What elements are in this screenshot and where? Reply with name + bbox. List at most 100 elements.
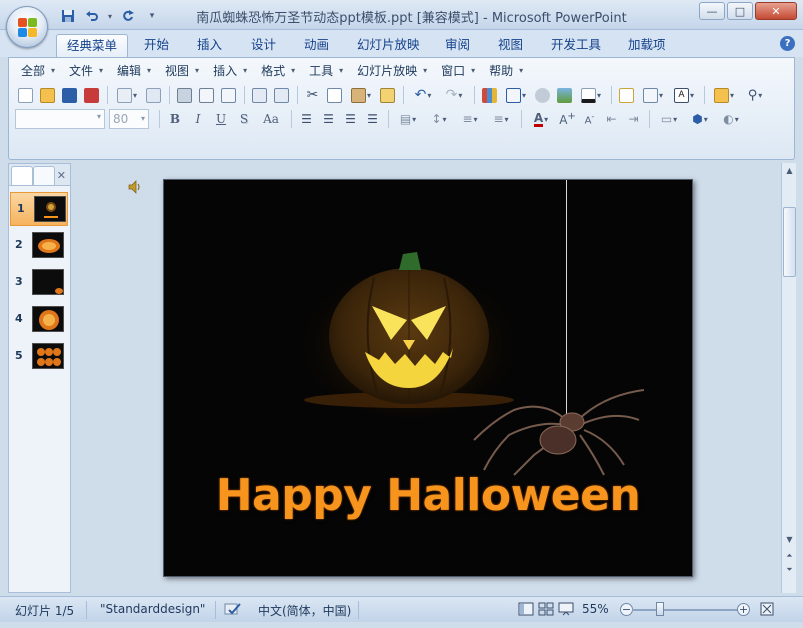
menu-window[interactable]: 窗口	[433, 62, 475, 80]
align-right-button[interactable]: ☰	[340, 109, 361, 129]
menu-view[interactable]: 视图	[157, 62, 199, 80]
research-button[interactable]	[143, 85, 164, 105]
justify-button[interactable]: ☰	[362, 109, 383, 129]
change-case-button[interactable]: Aa	[256, 109, 286, 129]
slide-thumbnail-2[interactable]: 2	[9, 229, 70, 263]
print-button[interactable]	[174, 85, 195, 105]
grow-font-button[interactable]: A+	[557, 109, 578, 129]
tab-developer[interactable]: 开发工具	[541, 34, 611, 57]
slide-sorter-button[interactable]	[538, 602, 554, 619]
menu-tools[interactable]: 工具	[301, 62, 343, 80]
align-center-button[interactable]: ☰	[318, 109, 339, 129]
shrink-font-button[interactable]: A-	[579, 109, 600, 129]
customize-qat-button[interactable]: ▾	[142, 7, 162, 25]
scroll-thumb[interactable]	[783, 207, 796, 277]
slide-thumbnail-1[interactable]: 1	[10, 192, 68, 226]
undo-toolbar-button[interactable]: ↶	[408, 85, 438, 105]
format-painter-button[interactable]	[377, 85, 398, 105]
zoom-slider[interactable]: − +	[620, 602, 750, 617]
tab-slides[interactable]	[11, 166, 33, 185]
current-slide[interactable]: Happy Halloween	[163, 179, 693, 577]
minimize-button[interactable]: —	[699, 2, 725, 20]
columns-button[interactable]: ▤	[393, 109, 423, 129]
help-icon[interactable]: ?	[780, 36, 795, 51]
insert-chart-button[interactable]	[479, 85, 500, 105]
color-button[interactable]	[576, 85, 606, 105]
underline-button[interactable]: U	[210, 109, 232, 129]
menu-file[interactable]: 文件	[61, 62, 103, 80]
next-slide-icon[interactable]: ⏷	[783, 563, 796, 577]
zoom-level[interactable]: 55%	[582, 602, 609, 616]
slide-thumbnail-3[interactable]: 3	[9, 266, 70, 300]
copy-button[interactable]	[324, 85, 345, 105]
tab-addins[interactable]: 加载项	[618, 34, 676, 57]
save-toolbar-button[interactable]	[59, 85, 80, 105]
tab-design[interactable]: 设计	[241, 34, 286, 57]
undo-dropdown[interactable]: ▾	[106, 7, 114, 25]
align-left-button[interactable]: ☰	[296, 109, 317, 129]
normal-view-button[interactable]	[518, 602, 534, 619]
save-button[interactable]	[58, 7, 78, 25]
spelling-button[interactable]	[249, 85, 270, 105]
tab-insert[interactable]: 插入	[187, 34, 232, 57]
clipart-button[interactable]	[532, 85, 553, 105]
tab-classic-menu[interactable]: 经典菜单	[56, 34, 129, 57]
redo-toolbar-button[interactable]: ↷	[439, 85, 469, 105]
maximize-button[interactable]: □	[727, 2, 753, 20]
shape-effects-button[interactable]: ◐	[716, 109, 746, 129]
tab-home[interactable]: 开始	[134, 34, 179, 57]
italic-button[interactable]: I	[187, 109, 209, 129]
tab-animation[interactable]: 动画	[294, 34, 339, 57]
undo-button[interactable]	[82, 7, 102, 25]
permission-button[interactable]	[81, 85, 102, 105]
menu-slideshow[interactable]: 幻灯片放映	[349, 62, 427, 80]
print-preview-button[interactable]	[196, 85, 217, 105]
arrange-button[interactable]: ⬢	[685, 109, 715, 129]
decrease-indent-button[interactable]: ⇤	[601, 109, 622, 129]
menu-edit[interactable]: 编辑	[109, 62, 151, 80]
open-button[interactable]	[37, 85, 58, 105]
slideshow-button[interactable]	[558, 602, 574, 619]
tab-review[interactable]: 审阅	[435, 34, 480, 57]
redo-button[interactable]	[118, 7, 138, 25]
language[interactable]: 中文(简体，中国)	[258, 602, 351, 619]
fit-to-window-button[interactable]	[760, 602, 774, 619]
shadow-button[interactable]: S	[233, 109, 255, 129]
bullets-button[interactable]: ≡	[486, 109, 516, 129]
previous-slide-icon[interactable]: ⏶	[783, 549, 796, 563]
email-button[interactable]	[112, 85, 142, 105]
menu-all[interactable]: 全部	[13, 62, 55, 80]
new-button[interactable]	[15, 85, 36, 105]
tab-view[interactable]: 视图	[488, 34, 533, 57]
bold-button[interactable]: B	[164, 109, 186, 129]
line-spacing-button[interactable]: ↕	[424, 109, 454, 129]
numbering-button[interactable]: ≡	[455, 109, 485, 129]
sound-icon[interactable]	[127, 179, 143, 198]
slide-layout-button[interactable]	[638, 85, 668, 105]
tab-slideshow[interactable]: 幻灯片放映	[347, 34, 430, 57]
office-button[interactable]	[6, 6, 48, 48]
slide-title[interactable]: Happy Halloween	[164, 470, 692, 521]
close-button[interactable]: ✕	[755, 2, 797, 20]
new-slide-button[interactable]	[616, 85, 637, 105]
font-name-select[interactable]	[15, 109, 105, 129]
layout-button[interactable]	[218, 85, 239, 105]
zoom-thumb[interactable]	[656, 602, 664, 616]
tab-outline[interactable]	[33, 166, 55, 185]
menu-insert[interactable]: 插入	[205, 62, 247, 80]
zoom-button[interactable]: ⚲	[740, 85, 770, 105]
menu-format[interactable]: 格式	[253, 62, 295, 80]
menu-help[interactable]: 帮助	[481, 62, 523, 80]
text-box-button[interactable]: A	[669, 85, 699, 105]
insert-table-button[interactable]	[501, 85, 531, 105]
shapes-button[interactable]: ▭	[654, 109, 684, 129]
scroll-down-icon[interactable]: ▼	[783, 533, 796, 547]
cut-button[interactable]: ✂	[302, 85, 323, 105]
slide-thumbnail-4[interactable]: 4	[9, 303, 70, 337]
find-button[interactable]	[271, 85, 292, 105]
paste-button[interactable]	[346, 85, 376, 105]
increase-indent-button[interactable]: ⇥	[623, 109, 644, 129]
font-color-button[interactable]: A	[526, 109, 556, 129]
insert-picture-button[interactable]	[554, 85, 575, 105]
font-size-select[interactable]: 80	[109, 109, 149, 129]
